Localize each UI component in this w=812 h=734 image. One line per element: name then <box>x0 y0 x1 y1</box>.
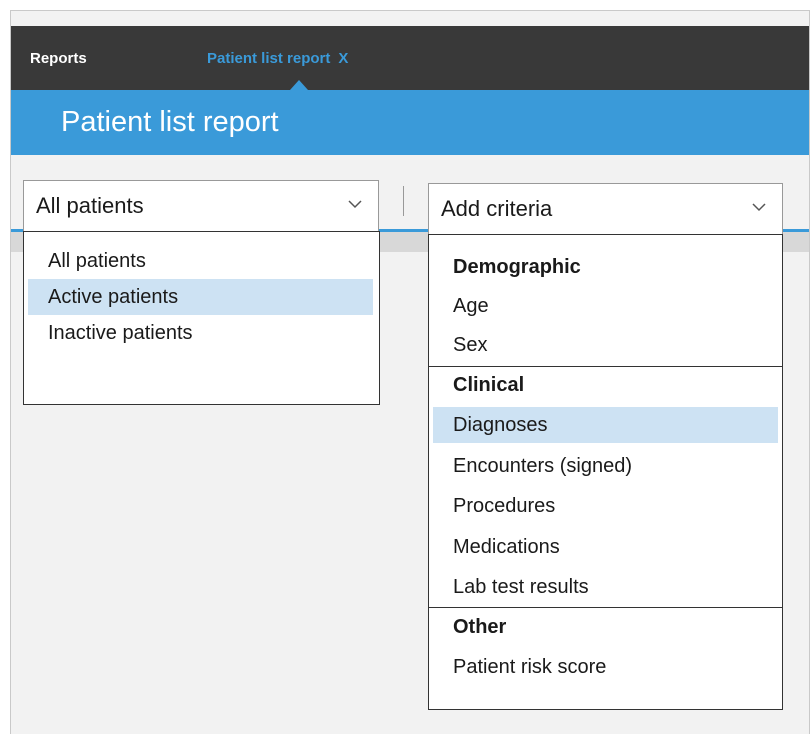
tab-bar: Reports Patient list report X <box>11 26 809 90</box>
tab-label: Patient list report <box>207 50 331 67</box>
patient-filter-select[interactable]: All patients <box>23 180 379 232</box>
criteria-diagnoses[interactable]: Diagnoses <box>433 407 778 443</box>
filter-divider <box>403 186 404 216</box>
option-active-patients[interactable]: Active patients <box>28 279 373 315</box>
group-divider <box>429 607 782 608</box>
criteria-sex[interactable]: Sex <box>433 327 778 363</box>
tab-reports[interactable]: Reports <box>30 50 87 67</box>
patient-filter-dropdown: All patients Active patients Inactive pa… <box>23 231 380 405</box>
patient-filter-value: All patients <box>36 193 144 218</box>
chevron-down-icon <box>752 203 766 212</box>
page-header: Patient list report <box>11 90 809 155</box>
close-icon[interactable]: X <box>338 50 348 67</box>
criteria-patient-risk-score[interactable]: Patient risk score <box>433 649 778 685</box>
option-inactive-patients[interactable]: Inactive patients <box>28 315 375 351</box>
active-tab-pointer <box>290 80 308 90</box>
tab-patient-list-report[interactable]: Patient list report X <box>207 50 348 67</box>
group-demographic: Demographic <box>453 256 581 278</box>
group-clinical: Clinical <box>453 374 525 396</box>
chevron-down-icon <box>348 200 362 209</box>
criteria-medications[interactable]: Medications <box>433 529 778 565</box>
add-criteria-select[interactable]: Add criteria <box>428 183 783 235</box>
criteria-encounters[interactable]: Encounters (signed) <box>433 448 778 484</box>
criteria-procedures[interactable]: Procedures <box>433 488 778 524</box>
option-all-patients[interactable]: All patients <box>28 243 375 279</box>
criteria-age[interactable]: Age <box>433 288 778 324</box>
add-criteria-placeholder: Add criteria <box>441 196 553 221</box>
group-other: Other <box>453 616 507 638</box>
criteria-dropdown: Demographic Age Sex Clinical Diagnoses E… <box>428 234 783 710</box>
criteria-lab-test-results[interactable]: Lab test results <box>433 569 778 605</box>
page-title: Patient list report <box>61 106 279 138</box>
